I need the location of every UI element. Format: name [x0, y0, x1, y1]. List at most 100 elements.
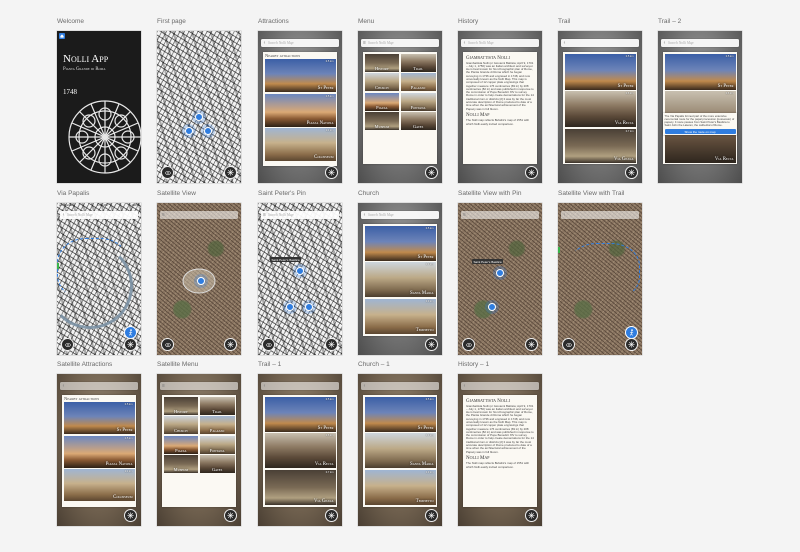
- menu-tile[interactable]: Church: [364, 73, 400, 91]
- pin-callout[interactable]: Saint Peter's Basilica: [472, 259, 504, 264]
- layers-button[interactable]: [161, 338, 174, 351]
- menu-button[interactable]: [325, 338, 338, 351]
- location-pin[interactable]: [185, 127, 193, 135]
- attraction-tile[interactable]: 1.1 km Colosseum: [264, 128, 336, 161]
- menu-button[interactable]: [425, 509, 438, 522]
- artboard-satellite-attractions[interactable]: Satellite Attractions ‹ Nearby attractio…: [57, 361, 141, 526]
- menu-button[interactable]: [425, 166, 438, 179]
- menu-tile[interactable]: Trail: [199, 396, 235, 415]
- back-arrow-icon[interactable]: ‹: [461, 39, 468, 47]
- menu-button[interactable]: [525, 509, 538, 522]
- back-arrow-icon[interactable]: ‹: [361, 382, 368, 390]
- location-pin[interactable]: [197, 277, 205, 285]
- artboard-satellite-menu[interactable]: Satellite Menu ≡ History Trail Church Pa…: [157, 361, 241, 526]
- artboard-satellite-view[interactable]: Satellite View ≡: [157, 190, 241, 355]
- back-arrow-icon[interactable]: ‹: [361, 211, 368, 219]
- layers-button[interactable]: [262, 338, 275, 351]
- artboard-satellite-pin[interactable]: Satellite View with Pin ≡ Saint Peter's …: [458, 190, 542, 355]
- menu-button[interactable]: [425, 338, 438, 351]
- menu-button[interactable]: [224, 338, 237, 351]
- back-arrow-icon[interactable]: ‹: [261, 39, 268, 47]
- artboard-welcome[interactable]: Welcome Nolli App Pianta Grande di Roma …: [57, 18, 141, 183]
- trail-tile[interactable]: 0.6 km Via Recta: [564, 91, 636, 127]
- artboard-trail-1[interactable]: Trail – 1 ‹ 0.5 km St Peter 0.6 km Via Rec…: [258, 361, 342, 526]
- church-tile[interactable]: 0.4 km Santa Maria: [364, 433, 436, 468]
- search-input[interactable]: Search Nolli Map: [368, 41, 393, 45]
- trail-tile[interactable]: 0.6 km Via Recta: [264, 433, 336, 468]
- church-tile[interactable]: 0.5 km St Peter: [364, 225, 436, 261]
- nolli-map[interactable]: [157, 31, 241, 183]
- show-route-button[interactable]: Show the route on map: [664, 128, 736, 135]
- back-arrow-icon[interactable]: ‹: [60, 382, 67, 390]
- back-arrow-icon[interactable]: ‹: [661, 39, 668, 47]
- back-arrow-icon[interactable]: ‹: [461, 382, 468, 390]
- search-bar[interactable]: ‹ Search Nolli Map: [361, 211, 439, 219]
- menu-button[interactable]: [224, 509, 237, 522]
- artboard-attractions[interactable]: Attractions ‹ Search Nolli Map Nearby at…: [258, 18, 342, 183]
- search-bar[interactable]: ‹ Search Nolli Map: [661, 39, 739, 47]
- artboard-first-page[interactable]: First page: [157, 18, 241, 183]
- layers-button[interactable]: [462, 338, 475, 351]
- search-bar[interactable]: ‹: [361, 382, 439, 390]
- menu-tile[interactable]: Fontana: [400, 92, 436, 111]
- location-pin[interactable]: [204, 127, 212, 135]
- search-input[interactable]: Search Nolli Map: [368, 213, 393, 217]
- hamburger-icon[interactable]: ≡: [160, 382, 167, 390]
- menu-button[interactable]: [124, 509, 137, 522]
- location-pin[interactable]: [296, 267, 304, 275]
- hamburger-icon[interactable]: ≡: [461, 211, 468, 219]
- menu-button[interactable]: [625, 338, 638, 351]
- artboard-via-papalis[interactable]: Via Papalis •••• Carrier 9:41 AM 100% ‹ Se…: [57, 190, 141, 355]
- artboard-menu[interactable]: Menu ≡ Search Nolli Map History Trail Ch…: [358, 18, 442, 183]
- menu-tile[interactable]: Church: [163, 416, 199, 434]
- search-bar[interactable]: ‹: [561, 39, 639, 47]
- search-bar[interactable]: ≡ Search Nolli Map: [361, 39, 439, 47]
- search-input[interactable]: Search Nolli Map: [668, 41, 693, 45]
- back-arrow-icon[interactable]: ‹: [561, 211, 568, 219]
- menu-tile[interactable]: History: [364, 53, 400, 72]
- church-tile[interactable]: 0.9 km Tempietto: [364, 469, 436, 505]
- search-input[interactable]: Search Nolli Map: [67, 213, 92, 217]
- trail-tile[interactable]: 0.5 km St Peter: [564, 53, 636, 90]
- menu-tile[interactable]: Fontana: [199, 435, 235, 454]
- satellite-map[interactable]: [458, 203, 542, 355]
- menu-tile[interactable]: Gates: [199, 455, 235, 473]
- location-pin[interactable]: [195, 113, 203, 121]
- trail-tile[interactable]: 0.7 km Via Giulia: [564, 128, 636, 163]
- artboard-church[interactable]: Church ‹ Search Nolli Map 0.5 km St Peter…: [358, 190, 442, 355]
- attraction-tile[interactable]: 0.5 km St Peter: [63, 402, 135, 434]
- location-pin[interactable]: [305, 303, 313, 311]
- artboard-trail[interactable]: Trail ‹ 0.5 km St Peter 0.6 km Via Recta 0…: [558, 18, 642, 183]
- attraction-tile[interactable]: 0.5 km Piazza Navona: [264, 93, 336, 127]
- attraction-tile[interactable]: 1.1 km Colosseum: [63, 469, 135, 501]
- layers-button[interactable]: [161, 166, 174, 179]
- search-bar[interactable]: ‹: [261, 382, 339, 390]
- menu-button[interactable]: [124, 338, 137, 351]
- artboard-trail-2[interactable]: Trail – 2 ‹ Search Nolli Map 0.5 km St Pe…: [658, 18, 742, 183]
- pin-callout[interactable]: Saint Peter's Basilica: [270, 257, 302, 262]
- menu-tile[interactable]: Piazza: [364, 92, 400, 111]
- search-bar[interactable]: ‹: [561, 211, 639, 219]
- menu-tile[interactable]: Museum: [163, 455, 199, 473]
- search-bar[interactable]: ≡: [160, 211, 238, 219]
- menu-button[interactable]: [625, 166, 638, 179]
- attraction-tile[interactable]: 0.5 km Piazza Navona: [63, 435, 135, 468]
- artboard-history-1[interactable]: History – 1 ‹ Giambattista Nolli Giambat…: [458, 361, 542, 526]
- back-arrow-icon[interactable]: ‹: [60, 211, 67, 219]
- menu-tile[interactable]: Gates: [400, 112, 436, 130]
- search-input[interactable]: Search Nolli Map: [468, 41, 493, 45]
- menu-button[interactable]: [325, 509, 338, 522]
- menu-tile[interactable]: Museum: [364, 112, 400, 130]
- search-bar[interactable]: ‹: [60, 382, 138, 390]
- church-tile[interactable]: 0.9 km Tempietto: [364, 298, 436, 334]
- hamburger-icon[interactable]: ≡: [361, 39, 368, 47]
- hamburger-icon[interactable]: ≡: [261, 211, 268, 219]
- menu-tile[interactable]: History: [163, 396, 199, 415]
- layers-button[interactable]: [61, 338, 74, 351]
- search-bar[interactable]: ≡: [160, 382, 238, 390]
- search-bar[interactable]: ‹ Search Nolli Map: [261, 39, 339, 47]
- attraction-tile[interactable]: 0.5 km St Peter: [264, 59, 336, 92]
- search-input[interactable]: Search Nolli Map: [268, 213, 293, 217]
- trail-tile[interactable]: 0.7 km Via Giulia: [264, 469, 336, 505]
- location-pin[interactable]: [488, 303, 496, 311]
